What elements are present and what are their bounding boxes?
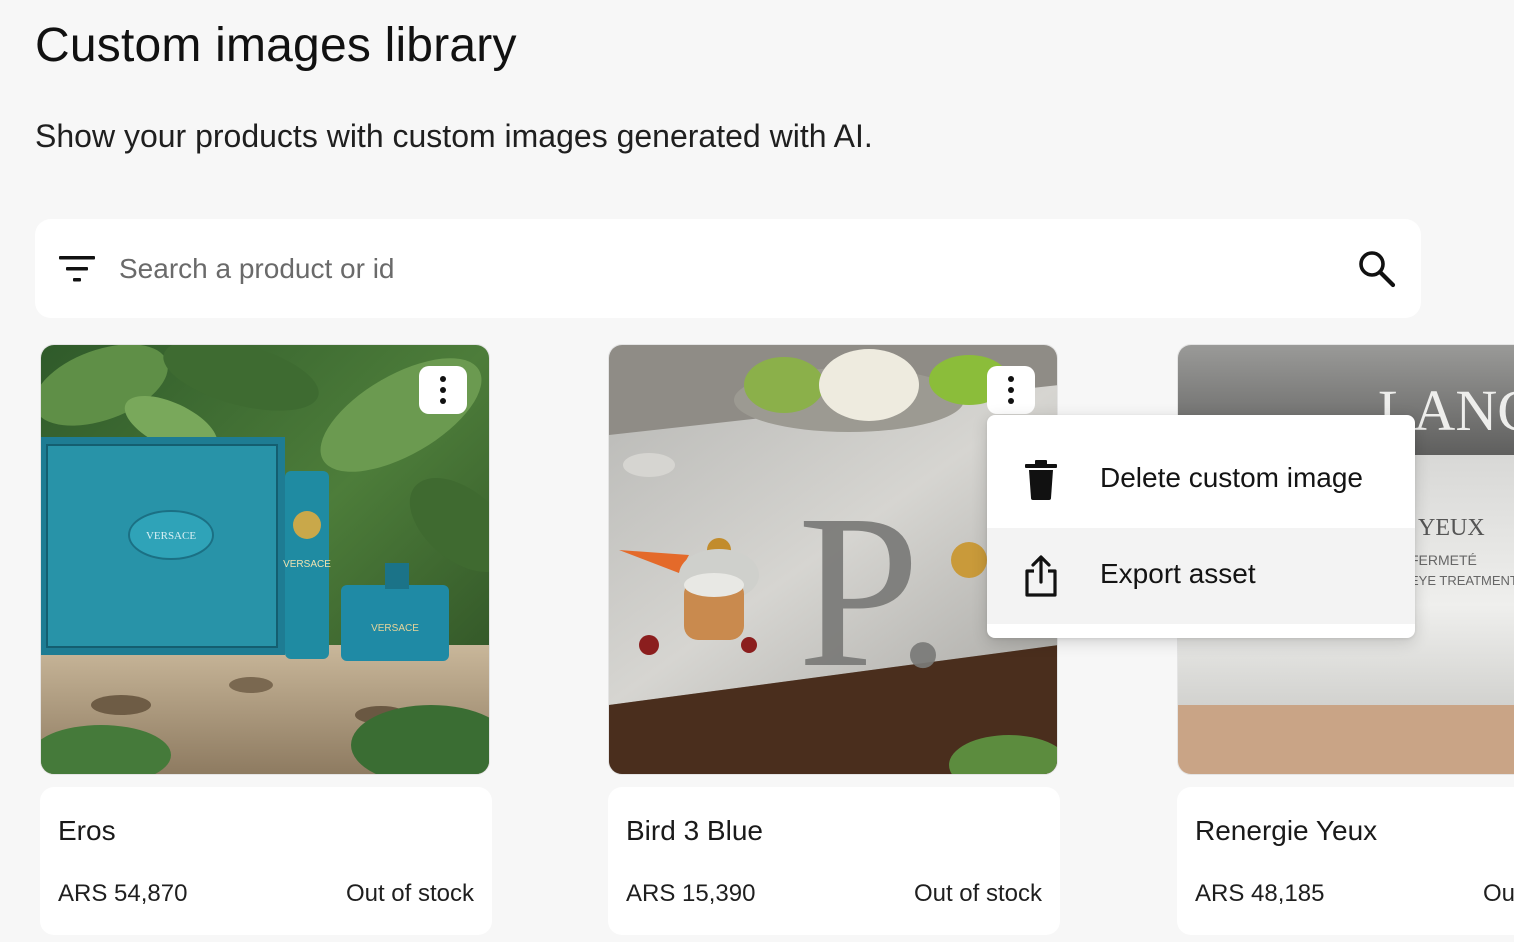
page-title: Custom images library xyxy=(35,19,517,72)
product-info: Renergie Yeux ARS 48,185 Out of stock xyxy=(1177,787,1514,935)
kebab-dot xyxy=(1008,387,1014,393)
search-icon xyxy=(1359,251,1396,288)
product-name: Renergie Yeux xyxy=(1195,815,1378,846)
more-options-button[interactable] xyxy=(987,366,1035,414)
svg-text:VERSACE: VERSACE xyxy=(146,530,196,542)
svg-text:P.: P. xyxy=(798,469,951,713)
product-info: Bird 3 Blue ARS 15,390 Out of stock xyxy=(608,787,1060,935)
page: Custom images library Show your products… xyxy=(0,0,1514,942)
product-info: Eros ARS 54,870 Out of stock xyxy=(40,787,492,935)
filter-icon xyxy=(59,256,95,282)
svg-text:FERMETÉ: FERMETÉ xyxy=(1410,552,1477,568)
product-price: ARS 48,185 xyxy=(1195,880,1325,907)
product-name: Bird 3 Blue xyxy=(626,815,763,846)
svg-text:VERSACE: VERSACE xyxy=(283,559,331,570)
stock-status: Out of stock xyxy=(1482,880,1514,907)
svg-text:VERSACE: VERSACE xyxy=(371,623,419,634)
kebab-dot xyxy=(440,387,446,393)
stock-status: Out of stock xyxy=(913,880,1042,907)
search-bar xyxy=(35,219,1421,318)
kebab-dot xyxy=(440,376,446,382)
kebab-dot xyxy=(440,398,446,404)
delete-custom-image-menu-item[interactable]: Delete custom image xyxy=(987,432,1415,528)
search-input[interactable] xyxy=(119,243,1319,295)
product-price: ARS 54,870 xyxy=(58,880,188,907)
menu-item-label: Delete custom image xyxy=(1100,462,1364,493)
share-icon xyxy=(1025,555,1057,597)
product-name: Eros xyxy=(58,815,116,846)
more-options-button[interactable] xyxy=(419,366,467,414)
filter-button[interactable] xyxy=(55,247,99,291)
svg-text:EYE TREATMENT: EYE TREATMENT xyxy=(1410,573,1514,588)
svg-text:YEUX: YEUX xyxy=(1418,515,1485,541)
context-menu: Delete custom image Export asset xyxy=(987,415,1415,638)
product-price: ARS 15,390 xyxy=(626,880,756,907)
kebab-dot xyxy=(1008,398,1014,404)
stock-status: Out of stock xyxy=(345,880,474,907)
export-asset-menu-item[interactable]: Export asset xyxy=(987,528,1415,624)
trash-icon xyxy=(1025,460,1057,500)
menu-item-label: Export asset xyxy=(1100,558,1256,589)
search-button[interactable] xyxy=(1353,245,1401,293)
page-subtitle: Show your products with custom images ge… xyxy=(35,118,873,154)
kebab-dot xyxy=(1008,376,1014,382)
